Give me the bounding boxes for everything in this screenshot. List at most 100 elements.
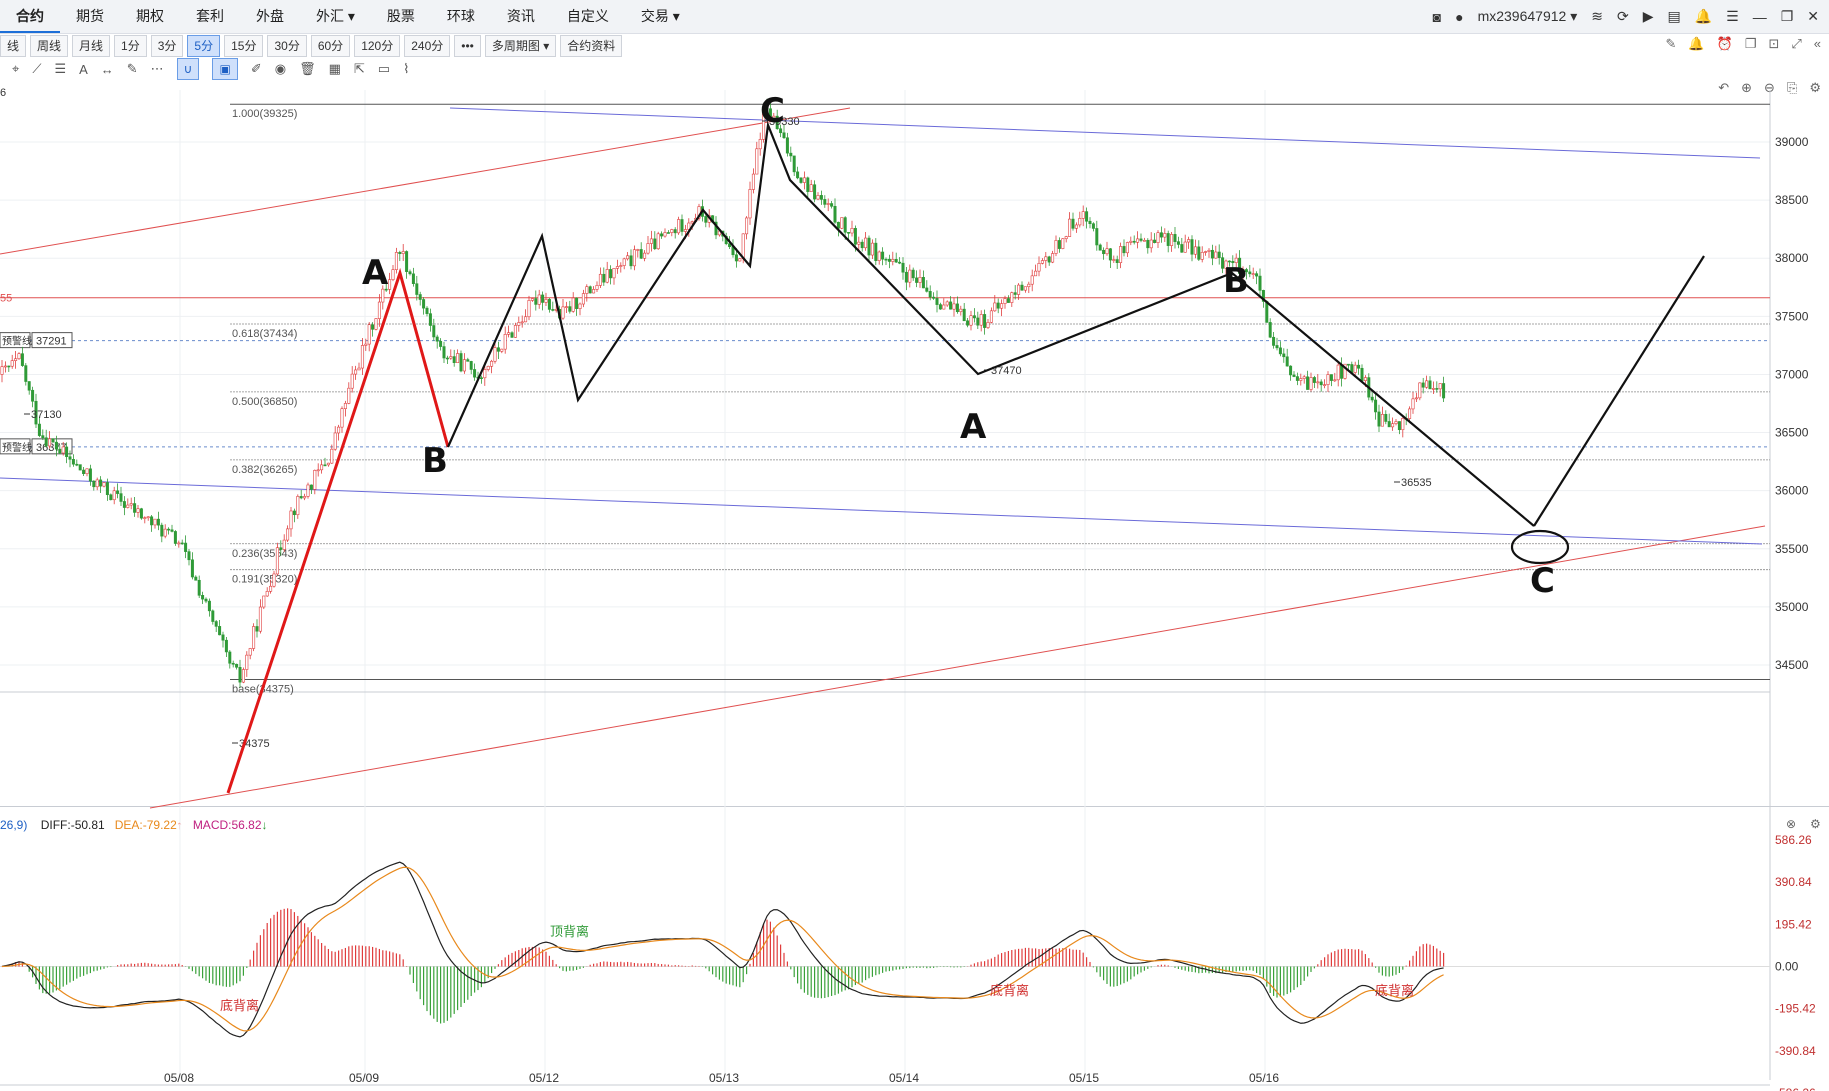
candle-body: [1013, 292, 1017, 295]
candle-body: [238, 666, 242, 683]
period-button-4[interactable]: 3分: [150, 35, 184, 57]
alarm-icon[interactable]: ⏰: [1717, 36, 1733, 52]
nav-item-7[interactable]: 环球: [431, 0, 491, 33]
nav-item-3[interactable]: 套利: [180, 0, 240, 33]
nav-item-0[interactable]: 合约: [0, 0, 60, 33]
edit-icon[interactable]: ✎: [1666, 36, 1677, 52]
nav-item-8[interactable]: 资讯: [491, 0, 551, 33]
eye-icon[interactable]: ◉: [275, 61, 286, 77]
avatar[interactable]: ●: [1455, 9, 1463, 25]
nav-item-1[interactable]: 期货: [60, 0, 120, 33]
measure-icon[interactable]: ↔: [101, 62, 114, 77]
multi-period-dropdown[interactable]: 多周期图 ▾: [484, 35, 557, 57]
vr-icon[interactable]: ◙: [1433, 9, 1441, 25]
period-button-2[interactable]: 月线: [72, 35, 111, 57]
period-button-6[interactable]: 15分: [224, 35, 264, 57]
fib-tool-icon[interactable]: ☰: [54, 61, 66, 77]
candle-body: [367, 324, 371, 345]
nav-item-5[interactable]: 外汇 ▾: [300, 0, 371, 33]
layers-icon[interactable]: ≋: [1591, 8, 1603, 25]
candle-body: [51, 438, 55, 443]
text-tool-icon[interactable]: A: [79, 62, 88, 77]
more-tools-icon[interactable]: ⋯: [151, 61, 164, 77]
kline-chart[interactable]: 34500 35000 35500 36000 36500 37000 37500 38000…: [0, 80, 1829, 1091]
close-icon[interactable]: ✕: [1807, 8, 1819, 25]
copy-icon[interactable]: ❐: [1745, 36, 1757, 52]
crosshair-icon[interactable]: ⌖: [12, 61, 19, 77]
notification-icon[interactable]: 🔔: [1695, 8, 1712, 25]
collapse-icon[interactable]: «: [1814, 36, 1821, 52]
candle-body: [901, 262, 905, 273]
nav-item-6[interactable]: 股票: [371, 0, 431, 33]
period-button-3[interactable]: 1分: [114, 35, 147, 57]
candle-body: [833, 206, 837, 223]
candle-body: [962, 308, 966, 322]
price-tick-label: 38500: [1775, 193, 1809, 207]
candle-body: [1091, 223, 1095, 229]
candle-body: [265, 591, 269, 597]
candle-body: [1204, 251, 1208, 253]
nav-item-2[interactable]: 期权: [120, 0, 180, 33]
candle-body: [629, 255, 633, 267]
nav-right: ◙ ● mx239647912 ▾ ≋ ⟳ ▶ ▤ 🔔 ☰ — ❐ ✕: [1433, 0, 1819, 33]
menu-icon[interactable]: ☰: [1726, 8, 1739, 25]
brush-icon[interactable]: ✎: [127, 61, 138, 77]
nav-item-9[interactable]: 自定义: [551, 0, 625, 33]
period-button-0[interactable]: 线: [0, 35, 27, 57]
period-button-11[interactable]: •••: [454, 35, 481, 57]
candle-body: [802, 177, 806, 183]
candle-body: [966, 320, 970, 326]
wave-label-A2: A: [960, 407, 987, 447]
nav-item-10[interactable]: 交易 ▾: [625, 0, 696, 33]
candle-body: [806, 177, 810, 192]
minimize-icon[interactable]: —: [1753, 9, 1767, 25]
divergence-label-0: 顶背离: [550, 924, 589, 940]
trend-tool-icon[interactable]: ⟋: [32, 61, 41, 77]
price-mark-label: 37130: [31, 409, 62, 421]
date-tick-label: 05/16: [1249, 1071, 1279, 1085]
candle-body: [881, 251, 885, 260]
candle-body: [1391, 423, 1395, 428]
export-icon[interactable]: ⇱: [354, 61, 365, 77]
period-button-1[interactable]: 周线: [30, 35, 69, 57]
candle-body: [48, 438, 52, 447]
panel-close-icon: ⊗: [1786, 817, 1796, 831]
comment-icon[interactable]: ▭: [378, 61, 390, 77]
grid-icon[interactable]: ▦: [329, 61, 341, 77]
trash-icon[interactable]: 🗑: [299, 61, 316, 77]
candle-body: [61, 446, 65, 454]
period-button-9[interactable]: 120分: [354, 35, 401, 57]
candle-body: [1251, 273, 1255, 275]
period-button-8[interactable]: 60分: [310, 35, 351, 57]
period-button-10[interactable]: 240分: [404, 35, 451, 57]
user-name[interactable]: mx239647912 ▾: [1478, 8, 1578, 25]
candle-body: [1418, 382, 1422, 399]
candle-body: [388, 279, 392, 290]
candle-body: [116, 490, 120, 494]
period-button-5[interactable]: 5分: [187, 35, 221, 57]
restore-icon[interactable]: ❐: [1781, 8, 1794, 25]
video-icon[interactable]: ▶: [1643, 8, 1654, 25]
candle-body: [952, 303, 956, 310]
nav-item-4[interactable]: 外盘: [240, 0, 300, 33]
layout-icon[interactable]: ⟳: [1617, 8, 1629, 25]
candle-body: [1125, 242, 1129, 254]
candle-body: [1030, 275, 1034, 285]
candle-body: [904, 271, 908, 283]
layers-icon[interactable]: ▣: [212, 58, 238, 80]
candle-body: [462, 359, 466, 372]
ruler-icon[interactable]: ⌇: [403, 61, 409, 77]
contract-info-button[interactable]: 合约资料: [560, 35, 623, 57]
candle-body: [1438, 383, 1442, 390]
bookmark-icon[interactable]: ▤: [1667, 8, 1680, 25]
candle-body: [479, 377, 483, 379]
pen-icon[interactable]: ✐: [251, 61, 262, 77]
window-icon[interactable]: ⊡: [1768, 36, 1779, 52]
candle-body: [972, 315, 976, 319]
magnet-icon[interactable]: ∪: [176, 58, 200, 80]
period-button-7[interactable]: 30分: [267, 35, 307, 57]
candle-body: [156, 518, 160, 526]
expand-icon[interactable]: ⤢: [1791, 36, 1801, 52]
bell-icon[interactable]: 🔔: [1688, 36, 1704, 52]
candle-body: [1401, 418, 1405, 431]
